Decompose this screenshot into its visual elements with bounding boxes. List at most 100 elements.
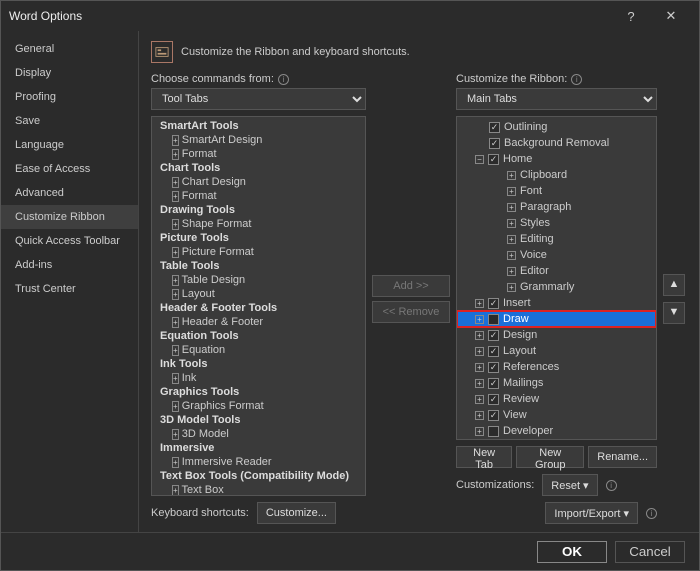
checkbox[interactable]: ✓	[488, 154, 499, 165]
checkbox[interactable]	[488, 426, 499, 437]
tree-node-view[interactable]: +✓View	[457, 407, 656, 423]
expand-icon[interactable]: +	[172, 191, 179, 202]
customize-ribbon-combo[interactable]: Main Tabs	[456, 88, 657, 110]
command-group[interactable]: Ink Tools	[152, 357, 365, 371]
move-down-button[interactable]: ▼	[663, 302, 685, 324]
expand-icon[interactable]: +	[507, 187, 516, 196]
sidebar-item-save[interactable]: Save	[1, 109, 138, 133]
expand-icon[interactable]: +	[475, 363, 484, 372]
tree-node-styles[interactable]: +Styles	[457, 215, 656, 231]
sidebar-item-customize-ribbon[interactable]: Customize Ribbon	[1, 205, 138, 229]
sidebar-item-trust-center[interactable]: Trust Center	[1, 277, 138, 301]
expand-icon[interactable]: +	[172, 317, 179, 328]
tree-node-layout[interactable]: +✓Layout	[457, 343, 656, 359]
checkbox[interactable]: ✓	[488, 346, 499, 357]
tree-node-outlining[interactable]: ✓Outlining	[457, 119, 656, 135]
checkbox[interactable]: ✓	[488, 298, 499, 309]
command-group[interactable]: SmartArt Tools	[152, 119, 365, 133]
command-item[interactable]: + Format	[152, 147, 365, 161]
command-group[interactable]: Equation Tools	[152, 329, 365, 343]
expand-icon[interactable]: +	[172, 219, 179, 230]
expand-icon[interactable]: +	[507, 251, 516, 260]
expand-icon[interactable]: +	[172, 345, 179, 356]
tree-node-review[interactable]: +✓Review	[457, 391, 656, 407]
reset-button[interactable]: Reset ▾	[542, 474, 597, 496]
tree-node-add-ins[interactable]: ✓Add-ins	[457, 439, 656, 440]
tree-node-paragraph[interactable]: +Paragraph	[457, 199, 656, 215]
command-group[interactable]: Graphics Tools	[152, 385, 365, 399]
command-item[interactable]: + Text Box	[152, 483, 365, 496]
expand-icon[interactable]: +	[475, 347, 484, 356]
tree-node-references[interactable]: +✓References	[457, 359, 656, 375]
command-item[interactable]: + Equation	[152, 343, 365, 357]
rename-button[interactable]: Rename...	[588, 446, 657, 468]
command-item[interactable]: + Graphics Format	[152, 399, 365, 413]
expand-icon[interactable]: +	[475, 315, 484, 324]
command-item[interactable]: + Header & Footer	[152, 315, 365, 329]
expand-icon[interactable]: +	[172, 135, 179, 146]
tree-node-editing[interactable]: +Editing	[457, 231, 656, 247]
move-up-button[interactable]: ▲	[663, 274, 685, 296]
tree-node-editor[interactable]: +Editor	[457, 263, 656, 279]
expand-icon[interactable]: +	[507, 235, 516, 244]
tree-node-background-removal[interactable]: ✓Background Removal	[457, 135, 656, 151]
expand-icon[interactable]: +	[172, 429, 179, 440]
tree-node-design[interactable]: +✓Design	[457, 327, 656, 343]
sidebar-item-language[interactable]: Language	[1, 133, 138, 157]
sidebar-item-display[interactable]: Display	[1, 61, 138, 85]
tree-node-insert[interactable]: +✓Insert	[457, 295, 656, 311]
expand-icon[interactable]: +	[507, 283, 516, 292]
checkbox[interactable]: ✓	[488, 394, 499, 405]
tree-node-voice[interactable]: +Voice	[457, 247, 656, 263]
expand-icon[interactable]: −	[475, 155, 484, 164]
expand-icon[interactable]: +	[172, 457, 179, 468]
expand-icon[interactable]: +	[475, 379, 484, 388]
expand-icon[interactable]: +	[475, 331, 484, 340]
sidebar-item-general[interactable]: General	[1, 37, 138, 61]
command-item[interactable]: + Layout	[152, 287, 365, 301]
new-group-button[interactable]: New Group	[516, 446, 584, 468]
expand-icon[interactable]: +	[172, 149, 179, 160]
command-item[interactable]: + 3D Model	[152, 427, 365, 441]
choose-commands-combo[interactable]: Tool Tabs	[151, 88, 366, 110]
command-group[interactable]: Chart Tools	[152, 161, 365, 175]
command-group[interactable]: 3D Model Tools	[152, 413, 365, 427]
ribbon-tree[interactable]: ✓Outlining✓Background Removal−✓Home+Clip…	[456, 116, 657, 440]
command-item[interactable]: + Ink	[152, 371, 365, 385]
expand-icon[interactable]: +	[507, 203, 516, 212]
command-group[interactable]: Table Tools	[152, 259, 365, 273]
command-group[interactable]: Header & Footer Tools	[152, 301, 365, 315]
expand-icon[interactable]: +	[172, 247, 179, 258]
expand-icon[interactable]: +	[172, 373, 179, 384]
tree-node-clipboard[interactable]: +Clipboard	[457, 167, 656, 183]
expand-icon[interactable]: +	[475, 411, 484, 420]
add-button[interactable]: Add >>	[372, 275, 450, 297]
command-group[interactable]: Drawing Tools	[152, 203, 365, 217]
tree-node-home[interactable]: −✓Home	[457, 151, 656, 167]
import-export-button[interactable]: Import/Export ▾	[545, 502, 638, 524]
command-group[interactable]: Picture Tools	[152, 231, 365, 245]
checkbox[interactable]	[488, 314, 499, 325]
expand-icon[interactable]: +	[172, 289, 179, 300]
expand-icon[interactable]: +	[172, 401, 179, 412]
sidebar-item-quick-access-toolbar[interactable]: Quick Access Toolbar	[1, 229, 138, 253]
info-icon[interactable]: i	[606, 480, 617, 491]
command-item[interactable]: + Picture Format	[152, 245, 365, 259]
command-item[interactable]: + Shape Format	[152, 217, 365, 231]
close-button[interactable]: ✕	[651, 8, 691, 24]
command-item[interactable]: + Table Design	[152, 273, 365, 287]
commands-list[interactable]: SmartArt Tools+ SmartArt Design+ FormatC…	[151, 116, 366, 496]
expand-icon[interactable]: +	[172, 177, 179, 188]
command-item[interactable]: + Format	[152, 189, 365, 203]
sidebar-item-add-ins[interactable]: Add-ins	[1, 253, 138, 277]
command-item[interactable]: + SmartArt Design	[152, 133, 365, 147]
info-icon[interactable]: i	[646, 508, 657, 519]
checkbox[interactable]: ✓	[488, 378, 499, 389]
expand-icon[interactable]: +	[507, 219, 516, 228]
expand-icon[interactable]: +	[475, 395, 484, 404]
expand-icon[interactable]: +	[172, 485, 179, 496]
checkbox[interactable]: ✓	[488, 330, 499, 341]
ok-button[interactable]: OK	[537, 541, 607, 563]
checkbox[interactable]: ✓	[489, 122, 500, 133]
sidebar-item-advanced[interactable]: Advanced	[1, 181, 138, 205]
